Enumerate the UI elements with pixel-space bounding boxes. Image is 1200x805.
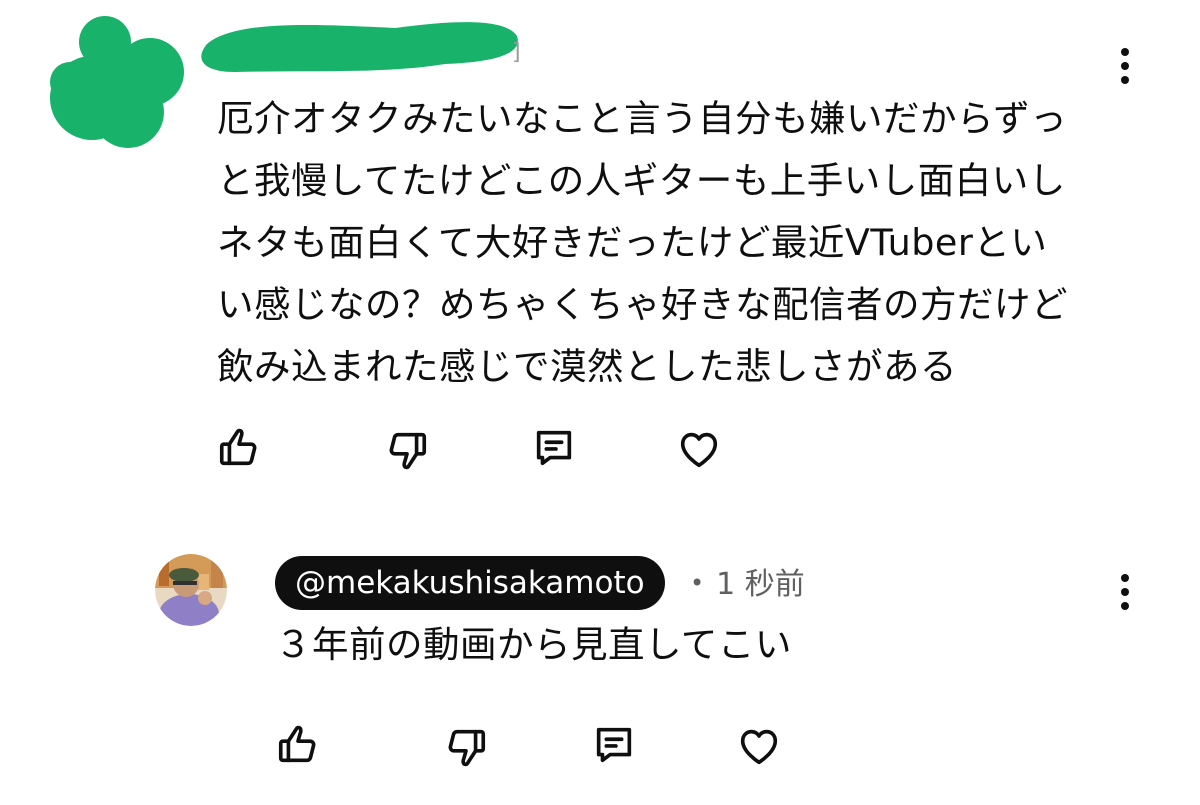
more-options-icon[interactable] [1113, 44, 1137, 88]
heart-button[interactable] [674, 424, 724, 474]
thumbs-up-icon [278, 725, 316, 763]
reply-dislike-button[interactable] [441, 722, 491, 772]
heart-icon [680, 432, 718, 468]
reply-reply-button[interactable] [589, 720, 639, 770]
comment-line: 飲み込まれた感じで漠然とした悲しさがある [217, 345, 957, 388]
author-name-fragment: ] [512, 40, 521, 65]
thumbs-down-icon [389, 432, 427, 470]
like-button[interactable] [214, 423, 264, 473]
comment-icon [536, 430, 572, 466]
reply-button[interactable] [529, 423, 579, 473]
meta-separator: • [690, 569, 705, 597]
heart-icon [740, 729, 778, 765]
comment-icon [596, 727, 632, 763]
comment-line: ネタも面白くて大好きだったけど最近VTuberとい [217, 221, 1048, 264]
comment-line: い感じなの？めちゃくちゃ好きな配信者の方だけど [217, 283, 1068, 326]
thumbs-down-icon [448, 729, 486, 767]
reply-heart-button[interactable] [734, 721, 784, 771]
reply-more-options-icon[interactable] [1113, 570, 1137, 614]
thumbs-up-icon [219, 428, 257, 466]
reply-meta: • 1 秒前 [690, 563, 805, 605]
reply-text: ３年前の動画から見直してこい [275, 623, 792, 666]
dislike-button[interactable] [382, 425, 432, 475]
comment-line: 厄介オタクみたいなこと言う自分も嫌いだからずっ [217, 97, 1068, 140]
avatar[interactable] [155, 554, 227, 626]
reply-author-name[interactable]: @mekakushisakamoto [275, 556, 665, 610]
reply-timestamp: 1 秒前 [716, 567, 805, 602]
redacted-author-name [201, 22, 518, 72]
reply-like-button[interactable] [273, 720, 323, 770]
comment-line: と我慢してたけどこの人ギターも上手いし面白いし [217, 159, 1066, 202]
comment-text: 厄介オタクみたいなこと言う自分も嫌いだからずっ と我慢してたけどこの人ギターも上… [217, 88, 1122, 398]
redacted-avatar [50, 16, 184, 148]
